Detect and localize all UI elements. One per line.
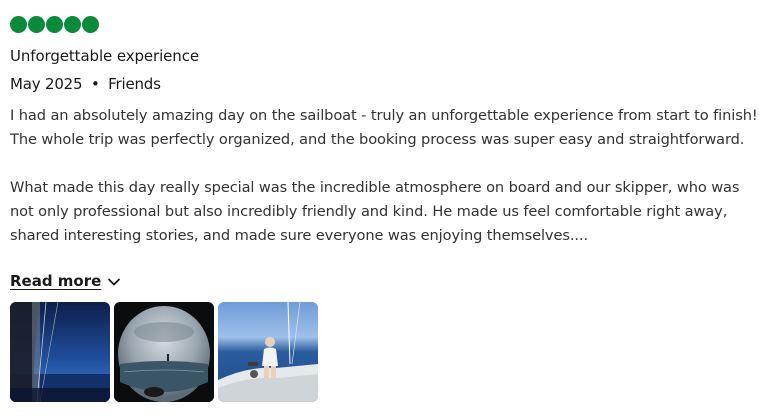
rating-bubble-filled bbox=[64, 16, 81, 33]
review-photos bbox=[10, 302, 318, 402]
meta-separator: • bbox=[90, 75, 100, 93]
review-paragraph: I had an absolutely amazing day on the s… bbox=[10, 107, 758, 148]
chevron-down-icon bbox=[107, 274, 121, 288]
photo-person-on-deck[interactable] bbox=[218, 302, 318, 402]
review-title: Unforgettable experience bbox=[10, 47, 199, 65]
review-card: Unforgettable experience May 2025 • Frie… bbox=[0, 0, 778, 418]
rating-bubble-filled bbox=[28, 16, 45, 33]
review-body: I had an absolutely amazing day on the s… bbox=[10, 104, 760, 248]
rating-bubble-filled bbox=[10, 16, 27, 33]
rating-bubbles bbox=[10, 16, 99, 33]
photo-sailboat-mast[interactable] bbox=[10, 302, 110, 402]
rating-bubble-filled bbox=[82, 16, 99, 33]
trip-type: Friends bbox=[108, 75, 161, 93]
review-meta: May 2025 • Friends bbox=[10, 74, 161, 94]
read-more-label: Read more bbox=[10, 272, 102, 290]
photo-sea-view-fisheye[interactable] bbox=[114, 302, 214, 402]
review-date: May 2025 bbox=[10, 75, 83, 93]
review-paragraph: What made this day really special was th… bbox=[10, 179, 740, 244]
rating-bubble-filled bbox=[46, 16, 63, 33]
read-more-button[interactable]: Read more bbox=[10, 271, 121, 291]
